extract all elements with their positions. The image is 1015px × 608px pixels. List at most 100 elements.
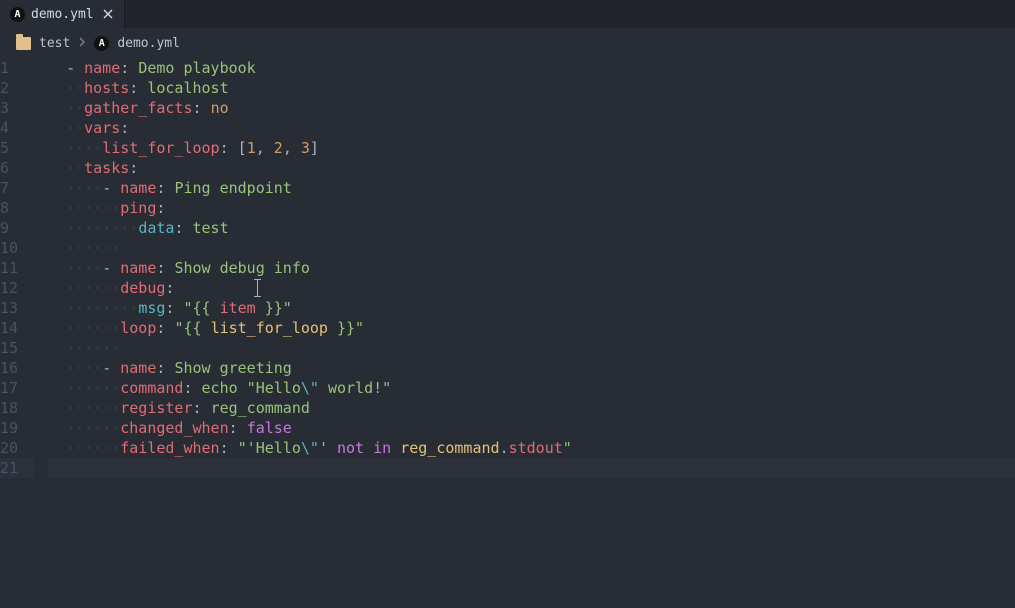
code-line[interactable]: ······failed_when: "'Hello\"' not in reg…	[48, 438, 1015, 458]
token-ws: ······	[66, 398, 120, 418]
token-key: debug	[120, 278, 165, 298]
token-str: Demo playbook	[138, 58, 255, 78]
token-ws: ····	[66, 258, 102, 278]
token-sep: :	[129, 78, 147, 98]
token-sep: ,	[283, 138, 301, 158]
code-line[interactable]: ······register: reg_command	[48, 398, 1015, 418]
token-str: reg_command	[211, 398, 310, 418]
token-keywd: false	[247, 418, 292, 438]
token-esc: \"	[301, 378, 319, 398]
line-number: 1	[0, 58, 34, 78]
token-sep: :	[129, 158, 138, 178]
code-line[interactable]: ··hosts: localhost	[48, 78, 1015, 98]
token-str: echo "Hello	[202, 378, 301, 398]
ansible-icon: A	[10, 7, 25, 22]
token-num: 3	[301, 138, 310, 158]
line-number: 15	[0, 338, 34, 358]
code-line[interactable]	[48, 458, 1015, 478]
token-sep: :	[193, 398, 211, 418]
token-keyspc: msg	[138, 298, 165, 318]
token-ws: ··	[66, 118, 84, 138]
token-ws: ······	[66, 198, 120, 218]
line-number: 18	[0, 398, 34, 418]
token-ws: ······	[66, 438, 120, 458]
token-str: localhost	[147, 78, 228, 98]
breadcrumb-file[interactable]: demo.yml	[117, 36, 180, 51]
ansible-icon: A	[94, 36, 109, 51]
token-sep: :	[120, 118, 129, 138]
token-ws: ······	[66, 278, 120, 298]
code-line[interactable]: ······changed_when: false	[48, 418, 1015, 438]
line-number: 16	[0, 358, 34, 378]
token-ws: ······	[66, 338, 120, 358]
token-sep: :	[183, 378, 201, 398]
code-line[interactable]: ····- name: Show greeting	[48, 358, 1015, 378]
code-line[interactable]: ······loop: "{{ list_for_loop }}"	[48, 318, 1015, 338]
token-str: "	[563, 438, 572, 458]
line-number: 10	[0, 238, 34, 258]
token-ws: ······	[66, 378, 120, 398]
token-key: vars	[84, 118, 120, 138]
code-line[interactable]: ··tasks:	[48, 158, 1015, 178]
code-line[interactable]: - name: Demo playbook	[48, 58, 1015, 78]
code-line[interactable]: ······	[48, 238, 1015, 258]
code-line[interactable]: ····- name: Show debug info	[48, 258, 1015, 278]
code-line[interactable]: ········data: test	[48, 218, 1015, 238]
close-icon[interactable]	[100, 6, 116, 22]
token-ident: reg_command	[400, 438, 499, 458]
code-line[interactable]: ··gather_facts: no	[48, 98, 1015, 118]
code-line[interactable]: ··vars:	[48, 118, 1015, 138]
token-key: register	[120, 398, 192, 418]
line-number: 7	[0, 178, 34, 198]
code-area[interactable]: - name: Demo playbook ··hosts: localhost…	[48, 58, 1015, 478]
token-dash: -	[102, 258, 120, 278]
token-var: item	[220, 298, 256, 318]
token-key: command	[120, 378, 183, 398]
token-ws: ········	[66, 218, 138, 238]
token-ws: ····	[66, 178, 102, 198]
token-ident: list_for_loop	[211, 318, 328, 338]
code-line[interactable]: ····list_for_loop: [1, 2, 3]	[48, 138, 1015, 158]
code-line[interactable]: ········msg: "{{ item }}"	[48, 298, 1015, 318]
token-var: stdout	[509, 438, 563, 458]
line-number: 2	[0, 78, 34, 98]
line-number: 13	[0, 298, 34, 318]
token-sep: :	[156, 198, 165, 218]
code-editor[interactable]: 123456789101112131415161718192021 - name…	[0, 58, 1015, 478]
token-sep: ]	[310, 138, 319, 158]
token-key: failed_when	[120, 438, 219, 458]
token-plain: .	[500, 438, 509, 458]
token-sep: :	[156, 318, 174, 338]
token-key: name	[120, 258, 156, 278]
token-key: name	[120, 358, 156, 378]
token-sep: :	[229, 418, 247, 438]
code-line[interactable]: ······command: echo "Hello\" world!"	[48, 378, 1015, 398]
line-number: 21	[0, 458, 34, 478]
line-number: 11	[0, 258, 34, 278]
code-line[interactable]: ······	[48, 338, 1015, 358]
token-dash: -	[102, 358, 120, 378]
token-num: 1	[247, 138, 256, 158]
code-line[interactable]: ····- name: Ping endpoint	[48, 178, 1015, 198]
text-cursor	[257, 280, 258, 296]
token-ws: ····	[66, 358, 102, 378]
token-ws: ··	[66, 98, 84, 118]
token-const: no	[211, 98, 229, 118]
token-sep: :	[165, 298, 183, 318]
token-dash: -	[102, 178, 120, 198]
line-number: 12	[0, 278, 34, 298]
token-sep: ,	[256, 138, 274, 158]
token-sep: :	[120, 58, 138, 78]
token-sep: :	[156, 358, 174, 378]
editor-tab[interactable]: A demo.yml	[0, 0, 125, 28]
token-sep: :	[156, 178, 174, 198]
token-sep: :	[174, 218, 192, 238]
token-sep: :	[220, 438, 238, 458]
token-str: "{{	[183, 298, 219, 318]
token-str: "{{	[174, 318, 210, 338]
breadcrumb-folder[interactable]: test	[39, 36, 70, 51]
code-line[interactable]: ······debug:	[48, 278, 1015, 298]
code-line[interactable]: ······ping:	[48, 198, 1015, 218]
token-str: Ping endpoint	[174, 178, 291, 198]
tab-filename: demo.yml	[31, 7, 94, 22]
